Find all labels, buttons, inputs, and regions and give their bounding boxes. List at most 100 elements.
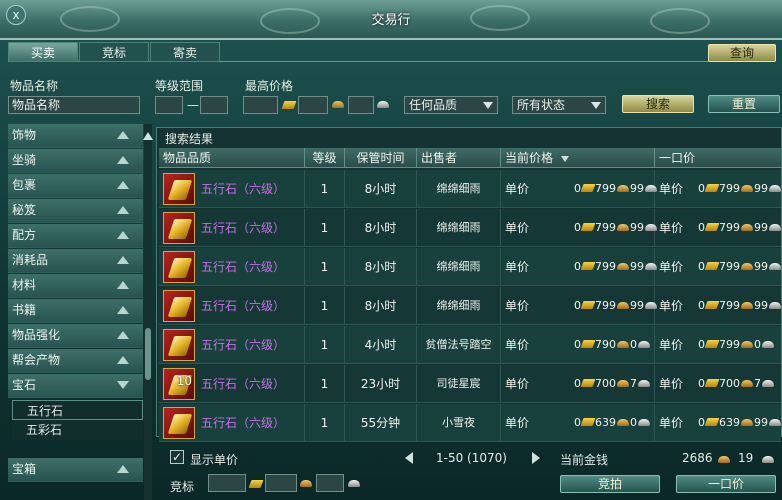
table-row[interactable]: 五行石（六级） 1 8小时 绵绵细雨 单价 0 799 99 单价 0 799 99: [159, 287, 781, 325]
buyout-button[interactable]: 一口价: [676, 475, 776, 493]
tab-bidding[interactable]: 竞标: [79, 42, 149, 62]
column-header-price[interactable]: 当前价格: [501, 148, 655, 168]
column-header[interactable]: 出售者: [417, 148, 501, 168]
gold-ingot-icon: [580, 184, 596, 192]
price-group: 0 799 99: [697, 248, 781, 286]
max-gold-input[interactable]: [243, 96, 278, 114]
table-row[interactable]: 五行石（六级） 1 8小时 绵绵细雨 单价 0 799 99 单价 0 799 99: [159, 248, 781, 286]
stone-icon: [163, 290, 195, 322]
silver-value: 790: [595, 338, 616, 351]
unit-price-label: 单价: [659, 338, 684, 352]
chevron-up-icon: [117, 331, 129, 339]
subcategory-item[interactable]: 五彩石: [12, 420, 143, 440]
category-item[interactable]: 饰物: [8, 124, 143, 148]
gold-ingot-icon: [580, 340, 596, 348]
price-group: 0 799 99: [697, 287, 781, 325]
column-header[interactable]: 物品品质: [159, 148, 305, 168]
category-item[interactable]: 物品强化: [8, 324, 143, 348]
table-header: 物品品质 等级 保管时间 出售者 当前价格 一口价: [159, 148, 781, 168]
category-item[interactable]: 宝箱: [8, 458, 143, 482]
level-min-input[interactable]: [155, 96, 183, 114]
status-select[interactable]: 所有状态: [512, 96, 606, 114]
chevron-up-icon: [117, 156, 129, 164]
silver-value: 799: [719, 260, 740, 273]
copper-coin-icon: [638, 341, 650, 348]
copper-coin-icon: [762, 380, 774, 387]
buyout-price-cell: 单价 0 799 99: [655, 248, 781, 286]
buyout-price-cell: 单价 0 799 99: [655, 209, 781, 247]
price-group: 0 799 99: [573, 287, 657, 325]
column-header[interactable]: 一口价: [655, 148, 781, 168]
gold-value: 0: [574, 221, 581, 234]
item-name: 五行石（六级）: [201, 182, 286, 196]
bid-button[interactable]: 竞拍: [560, 475, 660, 493]
silver-ingot-icon: [741, 224, 753, 231]
bid-gold-input[interactable]: [208, 474, 246, 492]
sidebar-scrollbar[interactable]: [144, 124, 152, 500]
search-button[interactable]: 搜索: [622, 95, 694, 113]
tab-buy-sell[interactable]: 买卖: [8, 42, 78, 62]
table-row[interactable]: 10 五行石（六级） 1 23小时 司徒星宸 单价 0 700 7 单价 0 700 7: [159, 365, 781, 403]
next-page-icon[interactable]: [532, 452, 540, 464]
quality-select[interactable]: 任何品质: [404, 96, 498, 114]
max-silver-input[interactable]: [298, 96, 328, 114]
bid-copper-input[interactable]: [316, 474, 344, 492]
category-item[interactable]: 包裹: [8, 174, 143, 198]
category-item[interactable]: 坐骑: [8, 149, 143, 173]
category-item[interactable]: 书籍: [8, 299, 143, 323]
category-item[interactable]: 秘笈: [8, 199, 143, 223]
copper-value: 99: [754, 416, 768, 429]
price-group: 0 799 99: [573, 248, 657, 286]
chevron-up-icon: [117, 281, 129, 289]
prev-page-icon[interactable]: [405, 452, 413, 464]
item-cell: 五行石（六级）: [159, 326, 305, 364]
title-bar[interactable]: x 交易行: [0, 0, 782, 40]
column-header[interactable]: 等级: [305, 148, 345, 168]
price-group: 0 799 99: [573, 170, 657, 208]
price-group: 0 639 99: [697, 404, 781, 442]
category-label: 秘笈: [12, 203, 37, 217]
item-name-label: 物品名称: [10, 79, 59, 93]
gold-ingot-icon: [704, 223, 720, 231]
table-row[interactable]: 五行石（六级） 1 4小时 贫僧法号踏空 单价 0 790 0 单价 0 799 0: [159, 326, 781, 364]
item-name-input[interactable]: 物品名称: [8, 96, 140, 114]
silver-value: 799: [595, 299, 616, 312]
category-item[interactable]: 材料: [8, 274, 143, 298]
level-max-input[interactable]: [200, 96, 228, 114]
silver-ingot-icon: [741, 341, 753, 348]
tab-consign[interactable]: 寄卖: [150, 42, 220, 62]
category-item[interactable]: 配方: [8, 224, 143, 248]
table-row[interactable]: 五行石（六级） 1 8小时 绵绵细雨 单价 0 799 99 单价 0 799 99: [159, 170, 781, 208]
show-unit-price-checkbox[interactable]: ✓: [170, 450, 184, 464]
buyout-price-cell: 单价 0 700 7: [655, 365, 781, 403]
subcategory-item-selected[interactable]: 五行石: [12, 400, 143, 420]
query-button[interactable]: 查询: [708, 44, 776, 62]
scroll-up-icon[interactable]: [143, 132, 153, 140]
copper-coin-icon: [769, 419, 781, 426]
table-row[interactable]: 五行石（六级） 1 55分钟 小雪夜 单价 0 639 0 单价 0 639 99: [159, 404, 781, 442]
column-header[interactable]: 保管时间: [345, 148, 417, 168]
silver-ingot-icon: [300, 480, 312, 487]
table-row[interactable]: 五行石（六级） 1 8小时 绵绵细雨 单价 0 799 99 单价 0 799 99: [159, 209, 781, 247]
category-label: 宝石: [12, 378, 37, 392]
silver-value: 799: [719, 338, 740, 351]
chevron-down-icon: [483, 102, 493, 109]
silver-ingot-icon: [741, 263, 753, 270]
category-label: 坐骑: [12, 153, 37, 167]
seller-cell: 司徒星宸: [417, 365, 501, 403]
category-item[interactable]: 消耗品: [8, 249, 143, 273]
item-name: 五行石（六级）: [201, 377, 286, 391]
stone-icon: [163, 173, 195, 205]
current-price-cell: 单价 0 799 99: [501, 248, 657, 286]
buyout-price-cell: 单价 0 799 99: [655, 287, 781, 325]
category-item-gems[interactable]: 宝石: [8, 374, 143, 398]
reset-button[interactable]: 重置: [708, 95, 780, 113]
max-copper-input[interactable]: [348, 96, 374, 114]
category-item[interactable]: 帮会产物: [8, 349, 143, 373]
price-group: 0 799 99: [697, 209, 781, 247]
chevron-up-icon: [117, 206, 129, 214]
scrollbar-thumb[interactable]: [145, 328, 151, 380]
copper-coin-icon: [638, 380, 650, 387]
unit-price-label: 单价: [505, 260, 530, 274]
bid-silver-input[interactable]: [265, 474, 297, 492]
